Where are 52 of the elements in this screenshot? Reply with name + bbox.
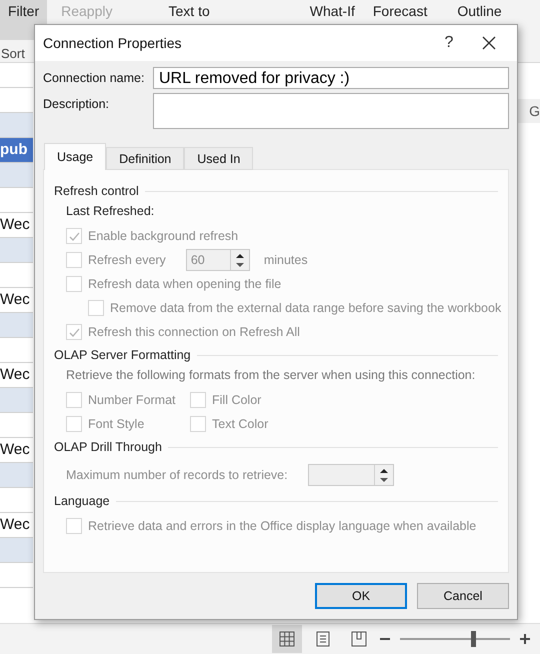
option-label: Number Format bbox=[88, 393, 176, 407]
sheet-cell bbox=[0, 313, 33, 338]
sheet-cell bbox=[0, 388, 33, 413]
option-label: Remove data from the external data range before saving the workbook bbox=[110, 301, 502, 315]
sheet-cell bbox=[0, 538, 33, 563]
field-label: Connection name: bbox=[43, 70, 146, 85]
input-field[interactable] bbox=[153, 93, 509, 129]
sheet-cell: pub bbox=[0, 138, 33, 163]
ribbon-button[interactable]: Text to bbox=[160, 0, 218, 19]
unit-label: minutes bbox=[264, 253, 308, 267]
zoom-in-icon[interactable] bbox=[520, 634, 530, 644]
slider-thumb[interactable] bbox=[470, 631, 476, 647]
ribbon-button[interactable]: Outline bbox=[449, 0, 510, 19]
tab[interactable]: Usage bbox=[44, 143, 106, 170]
check-icon bbox=[68, 230, 80, 242]
view-button[interactable] bbox=[272, 625, 302, 653]
help-button[interactable]: ? bbox=[429, 28, 469, 58]
column-header: G bbox=[518, 99, 540, 123]
close-icon bbox=[482, 36, 496, 50]
option-label: Fill Color bbox=[212, 393, 262, 407]
section-note: Retrieve the following formats from the server when using this connection: bbox=[66, 368, 476, 382]
section-title: OLAP Drill Through bbox=[54, 440, 162, 454]
page-icon bbox=[315, 631, 331, 647]
option-label: Font Style bbox=[88, 417, 144, 431]
option-label: Refresh this connection on Refresh All bbox=[88, 325, 300, 339]
dialog-button[interactable]: OK bbox=[315, 583, 407, 609]
sheet-cell bbox=[0, 113, 33, 138]
section-title: Refresh control bbox=[54, 184, 139, 198]
group-label: Sort bbox=[1, 46, 25, 60]
input-field[interactable]: URL removed for privacy :) bbox=[153, 67, 509, 89]
check-icon bbox=[68, 326, 80, 338]
ribbon-button[interactable]: What-If bbox=[302, 0, 363, 19]
option-label: Enable background refresh bbox=[88, 229, 238, 243]
option-label: Refresh data when opening the file bbox=[88, 277, 282, 291]
dialog-button[interactable]: Cancel bbox=[417, 583, 509, 609]
field-label: Description: bbox=[43, 96, 110, 111]
page-break-icon bbox=[351, 631, 367, 647]
tab[interactable]: Used In bbox=[184, 147, 254, 170]
option-label: Maximum number of records to retrieve: bbox=[66, 468, 288, 482]
section-title: OLAP Server Formatting bbox=[54, 348, 191, 362]
tab[interactable]: Definition bbox=[106, 147, 184, 170]
option-label: Retrieve data and errors in the Office display language when available bbox=[88, 519, 476, 533]
sheet-cell bbox=[0, 238, 33, 263]
spin-field[interactable] bbox=[308, 464, 394, 486]
option-label: Refresh every bbox=[88, 253, 166, 267]
section-title: Language bbox=[54, 494, 110, 508]
sheet-cell bbox=[0, 463, 33, 488]
sheet-cell bbox=[0, 163, 33, 188]
grid-icon bbox=[279, 631, 295, 647]
option-label: Text Color bbox=[212, 417, 268, 431]
ribbon-button[interactable]: Forecast bbox=[364, 0, 436, 19]
section-note: Last Refreshed: bbox=[66, 204, 156, 218]
